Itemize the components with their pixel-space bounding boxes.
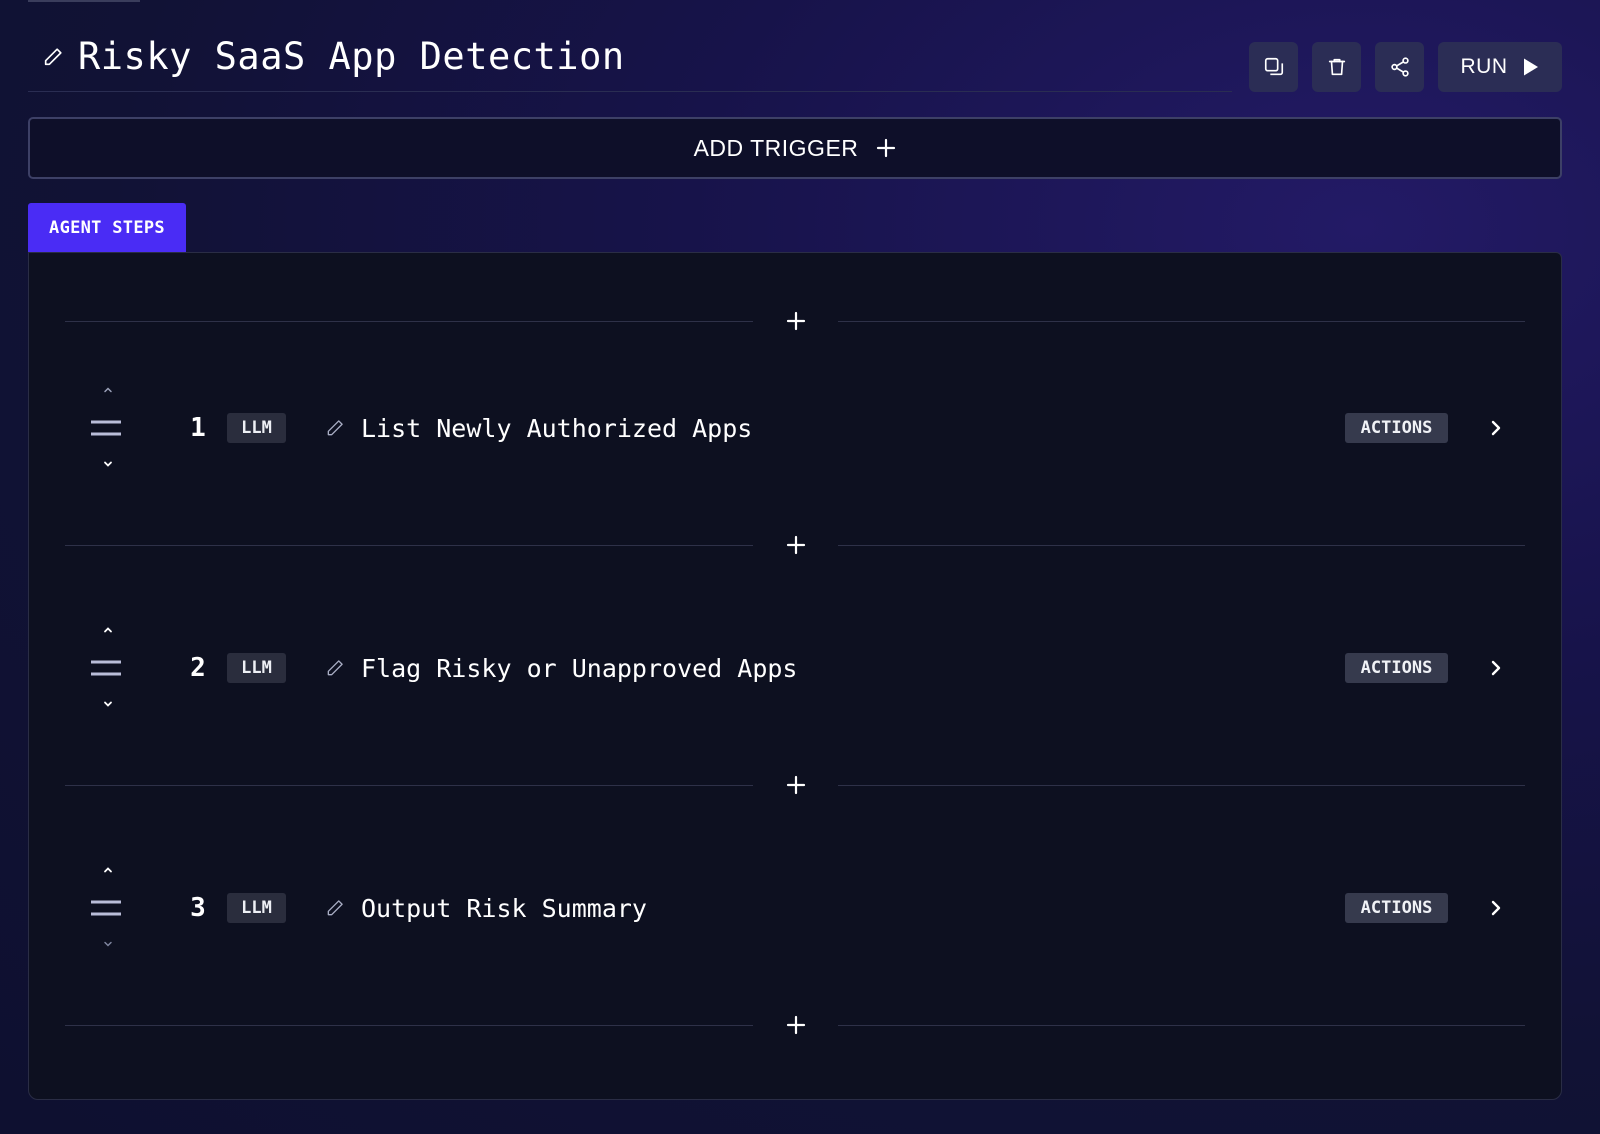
insert-step-divider: [65, 1005, 1525, 1045]
step-expand-button[interactable]: [1481, 893, 1511, 923]
chevron-down-icon[interactable]: [101, 459, 115, 469]
step-type-badge: LLM: [227, 893, 286, 923]
run-button-label: RUN: [1460, 55, 1508, 78]
pencil-icon[interactable]: [325, 418, 345, 438]
delete-button[interactable]: [1312, 42, 1361, 92]
step-name[interactable]: List Newly Authorized Apps: [361, 410, 752, 446]
step-name[interactable]: Output Risk Summary: [361, 890, 647, 926]
tab-agent-steps[interactable]: AGENT STEPS: [28, 203, 186, 252]
insert-step-button[interactable]: [776, 527, 816, 563]
insert-step-button[interactable]: [776, 1007, 816, 1043]
share-button[interactable]: [1375, 42, 1424, 92]
chevron-up-icon[interactable]: [101, 385, 115, 395]
step-reorder-control: [89, 863, 127, 953]
add-trigger-button[interactable]: ADD TRIGGER: [28, 117, 1562, 179]
step-actions-button[interactable]: ACTIONS: [1345, 893, 1448, 923]
plus-icon: [877, 138, 896, 158]
chevron-down-icon[interactable]: [101, 699, 115, 709]
insert-step-button[interactable]: [776, 767, 816, 803]
add-trigger-label: ADD TRIGGER: [693, 134, 859, 161]
step-number: 1: [190, 413, 206, 443]
step-number: 3: [190, 893, 206, 923]
step-expand-button[interactable]: [1481, 413, 1511, 443]
pencil-icon[interactable]: [42, 46, 64, 68]
chevron-up-icon[interactable]: [101, 865, 115, 875]
step-row: 3 LLM Output Risk Summary ACTIONS: [89, 863, 1509, 953]
divider-line: [838, 1025, 1525, 1026]
step-row: 1 LLM List Newly Authorized Apps ACTIONS: [89, 383, 1509, 473]
duplicate-button[interactable]: [1249, 42, 1298, 92]
chevron-up-icon[interactable]: [101, 625, 115, 635]
plus-icon: [786, 535, 806, 555]
step-type-badge: LLM: [227, 413, 286, 443]
chevron-right-icon: [1491, 420, 1501, 436]
top-strip-decoration: [28, 0, 140, 2]
pencil-icon[interactable]: [325, 898, 345, 918]
divider-line: [838, 321, 1525, 322]
play-icon: [1523, 58, 1538, 76]
insert-step-divider: [65, 301, 1525, 341]
run-button[interactable]: RUN: [1438, 42, 1562, 92]
chevron-down-icon[interactable]: [101, 939, 115, 949]
step-actions-button[interactable]: ACTIONS: [1345, 653, 1448, 683]
tab-agent-steps-label: AGENT STEPS: [49, 217, 165, 238]
workflow-title-row: Risky SaaS App Detection: [28, 22, 1232, 92]
step-reorder-control: [89, 623, 127, 713]
insert-step-divider: [65, 525, 1525, 565]
copy-icon: [1264, 57, 1283, 76]
divider-line: [838, 545, 1525, 546]
divider-line: [65, 785, 753, 786]
plus-icon: [786, 311, 806, 331]
drag-handle-icon[interactable]: [89, 419, 123, 437]
divider-line: [65, 321, 753, 322]
step-expand-button[interactable]: [1481, 653, 1511, 683]
trash-icon: [1328, 58, 1345, 76]
insert-step-divider: [65, 765, 1525, 805]
step-name[interactable]: Flag Risky or Unapproved Apps: [361, 650, 798, 686]
share-icon: [1390, 57, 1409, 77]
pencil-icon[interactable]: [325, 658, 345, 678]
divider-line: [65, 1025, 753, 1026]
chevron-right-icon: [1491, 900, 1501, 916]
drag-handle-icon[interactable]: [89, 899, 123, 917]
step-actions-button[interactable]: ACTIONS: [1345, 413, 1448, 443]
plus-icon: [786, 1015, 806, 1035]
drag-handle-icon[interactable]: [89, 659, 123, 677]
insert-step-button[interactable]: [776, 303, 816, 339]
step-reorder-control: [89, 383, 127, 473]
chevron-right-icon: [1491, 660, 1501, 676]
divider-line: [838, 785, 1525, 786]
plus-icon: [786, 775, 806, 795]
header-toolbar: RUN: [1249, 42, 1562, 92]
agent-steps-panel: 1 LLM List Newly Authorized Apps ACTIONS…: [28, 252, 1562, 1100]
step-number: 2: [190, 653, 206, 683]
step-type-badge: LLM: [227, 653, 286, 683]
step-row: 2 LLM Flag Risky or Unapproved Apps ACTI…: [89, 623, 1509, 713]
divider-line: [65, 545, 753, 546]
workflow-title[interactable]: Risky SaaS App Detection: [78, 35, 625, 78]
